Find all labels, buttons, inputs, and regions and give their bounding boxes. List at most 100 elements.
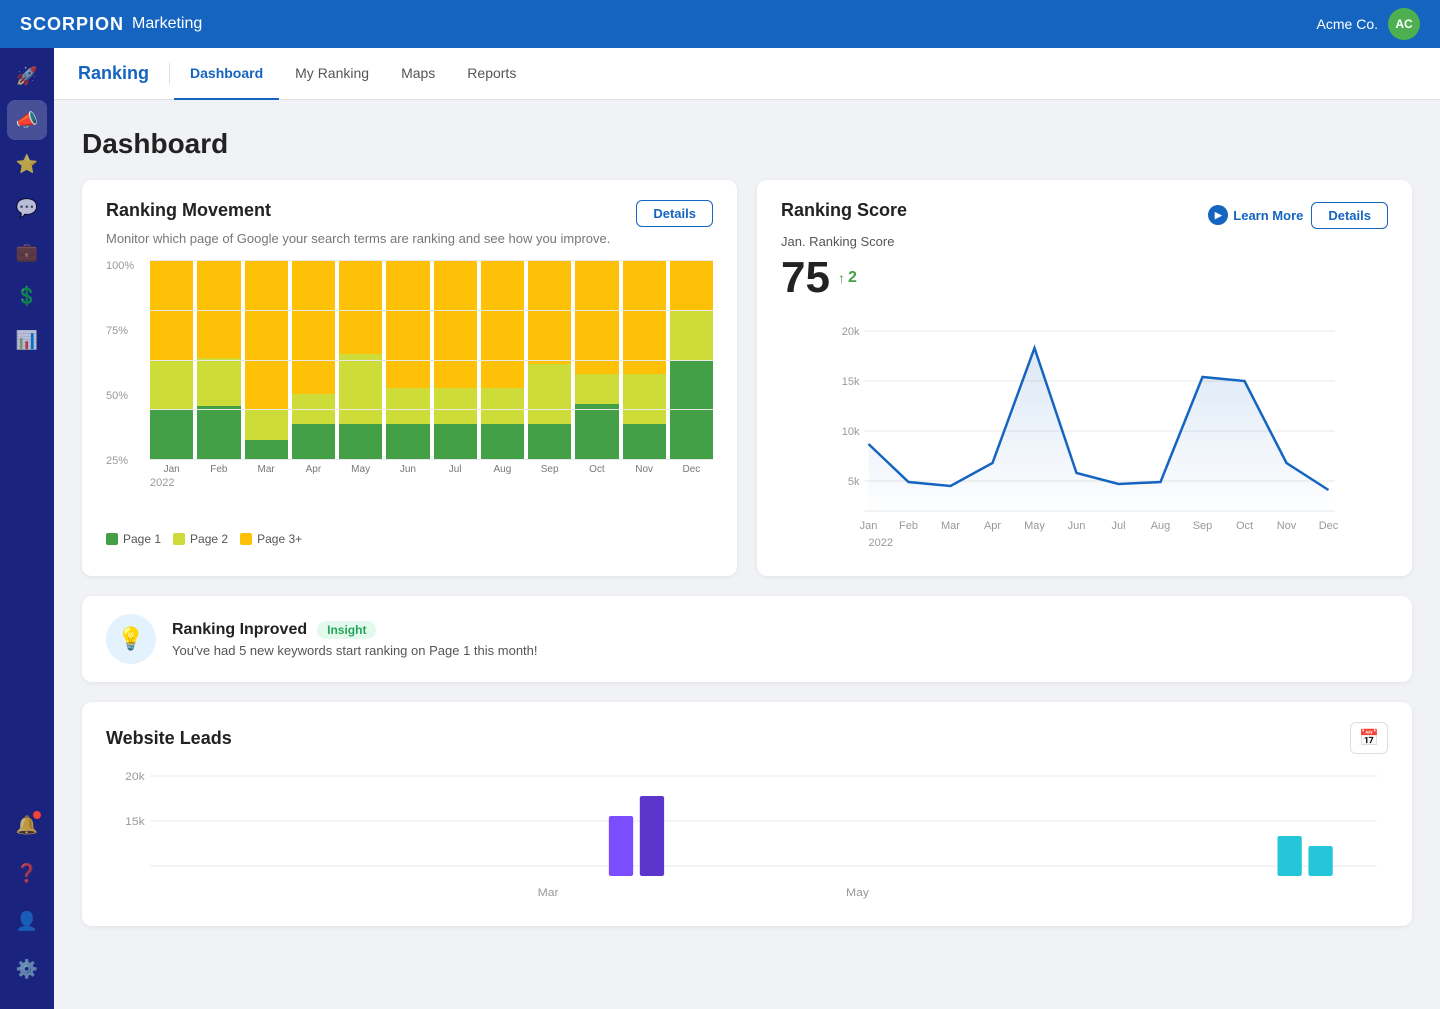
x-label: Oct — [575, 464, 618, 475]
avatar-initials: AC — [1395, 17, 1412, 31]
score-number: 75 — [781, 253, 830, 303]
bar-segment-page3 — [575, 260, 618, 374]
main-content: Dashboard Ranking Movement Details Monit… — [54, 100, 1440, 1009]
bar-chart-legend: Page 1 Page 2 Page 3+ — [106, 532, 713, 546]
ranking-score-actions: ▶ Learn More Details — [1208, 200, 1388, 230]
brand-product: Marketing — [132, 15, 202, 33]
brand-name: SCORPION — [20, 14, 124, 35]
ranking-score-header: Ranking Score ▶ Learn More Details — [781, 200, 1388, 230]
svg-text:15k: 15k — [842, 376, 860, 388]
bar-segment-page3 — [197, 260, 240, 358]
svg-text:Jun: Jun — [1068, 520, 1086, 532]
bar-group — [386, 260, 429, 460]
score-change: ↑ 2 — [838, 269, 857, 287]
bar-segment-page3 — [292, 260, 335, 394]
bar-group — [481, 260, 524, 460]
bars-container — [150, 260, 713, 460]
sidebar-item-marketing[interactable]: 📣 — [7, 100, 47, 140]
calendar-button[interactable]: 📅 — [1350, 722, 1388, 754]
svg-text:May: May — [846, 887, 869, 898]
bar-segment-page1 — [339, 424, 382, 460]
legend-label-page2: Page 2 — [190, 532, 228, 546]
bar-segment-page2 — [481, 388, 524, 424]
sidebar-item-dollar[interactable]: 💲 — [7, 276, 47, 316]
website-leads-card: Website Leads 📅 20k 15k — [82, 702, 1412, 926]
insight-content: Ranking Inproved Insight You've had 5 ne… — [172, 621, 1388, 658]
leads-chart-svg: 20k 15k Mar May — [106, 766, 1388, 906]
bar-group — [292, 260, 335, 460]
sidebar-item-briefcase[interactable]: 💼 — [7, 232, 47, 272]
tab-my-ranking[interactable]: My Ranking — [279, 48, 385, 100]
bar-segment-page1 — [386, 424, 429, 460]
bar-purple-2 — [640, 796, 664, 876]
tab-dashboard[interactable]: Dashboard — [174, 48, 279, 100]
bar-segment-page3 — [245, 260, 288, 410]
bar-segment-page2 — [434, 388, 477, 424]
sub-nav-title: Ranking — [78, 63, 170, 84]
x-label: Dec — [670, 464, 713, 475]
bar-group — [197, 260, 240, 460]
learn-more-button[interactable]: ▶ Learn More — [1208, 200, 1303, 230]
x-axis-labels: JanFebMarAprMayJunJulAugSepOctNovDec — [150, 464, 713, 475]
company-name: Acme Co. — [1317, 16, 1378, 32]
top-nav-right: Acme Co. AC — [1317, 8, 1420, 40]
x-label: Jan — [150, 464, 193, 475]
sidebar-item-help[interactable]: ❓ — [7, 853, 47, 893]
insight-text: You've had 5 new keywords start ranking … — [172, 643, 1388, 658]
legend-page2: Page 2 — [173, 532, 228, 546]
sidebar-item-star[interactable]: ⭐ — [7, 144, 47, 184]
bar-segment-page1 — [481, 424, 524, 460]
sidebar-item-launch[interactable]: 🚀 — [7, 56, 47, 96]
svg-text:Mar: Mar — [538, 887, 559, 898]
bar-segment-page2 — [197, 358, 240, 406]
svg-text:2022: 2022 — [869, 537, 893, 549]
ranking-score-card: Ranking Score ▶ Learn More Details Jan. … — [757, 180, 1412, 576]
notification-badge — [33, 811, 41, 819]
tab-maps[interactable]: Maps — [385, 48, 451, 100]
svg-text:Feb: Feb — [899, 520, 918, 532]
bar-segment-page2 — [245, 410, 288, 440]
svg-text:Nov: Nov — [1277, 520, 1297, 532]
ranking-movement-header: Ranking Movement Details — [106, 200, 713, 227]
bar-group — [245, 260, 288, 460]
bar-chart-year: 2022 — [150, 477, 713, 489]
bar-segment-page1 — [575, 404, 618, 460]
legend-dot-page2 — [173, 533, 185, 545]
x-label: Jul — [434, 464, 477, 475]
svg-text:20k: 20k — [125, 771, 145, 782]
bar-group — [434, 260, 477, 460]
avatar[interactable]: AC — [1388, 8, 1420, 40]
ranking-movement-details-button[interactable]: Details — [636, 200, 713, 227]
svg-text:May: May — [1024, 520, 1045, 532]
svg-text:Jan: Jan — [860, 520, 878, 532]
sidebar-item-chart[interactable]: 📊 — [7, 320, 47, 360]
ranking-movement-title: Ranking Movement — [106, 200, 271, 221]
bar-purple-1 — [609, 816, 633, 876]
sidebar-item-chat[interactable]: 💬 — [7, 188, 47, 228]
svg-text:5k: 5k — [848, 476, 860, 488]
insight-title: Ranking Inproved — [172, 621, 307, 639]
sidebar-item-settings[interactable]: ⚙️ — [7, 949, 47, 989]
bar-segment-page1 — [245, 440, 288, 460]
line-chart-svg: 20k 15k 10k 5k — [781, 311, 1388, 551]
score-arrow: ↑ — [838, 270, 845, 286]
bar-segment-page3 — [434, 260, 477, 388]
leads-chart-container: 20k 15k Mar May — [106, 766, 1388, 906]
bar-segment-page2 — [575, 374, 618, 404]
play-icon: ▶ — [1208, 205, 1228, 225]
bar-segment-page1 — [528, 424, 571, 460]
x-label: Nov — [623, 464, 666, 475]
bar-segment-page1 — [150, 410, 193, 460]
x-label: Feb — [197, 464, 240, 475]
sidebar-item-user[interactable]: 👤 — [7, 901, 47, 941]
y-axis-labels: 100% 75% 50% 25% — [106, 260, 144, 520]
sub-nav: Ranking Dashboard My Ranking Maps Report… — [54, 48, 1440, 100]
legend-dot-page3 — [240, 533, 252, 545]
ranking-score-details-button[interactable]: Details — [1311, 202, 1388, 229]
bar-cyan-1 — [1277, 836, 1301, 876]
tab-reports[interactable]: Reports — [451, 48, 532, 100]
sidebar-item-notifications[interactable]: 🔔 — [7, 805, 47, 845]
bar-group — [575, 260, 618, 460]
score-value: 75 ↑ 2 — [781, 253, 1388, 303]
svg-text:15k: 15k — [125, 816, 145, 827]
